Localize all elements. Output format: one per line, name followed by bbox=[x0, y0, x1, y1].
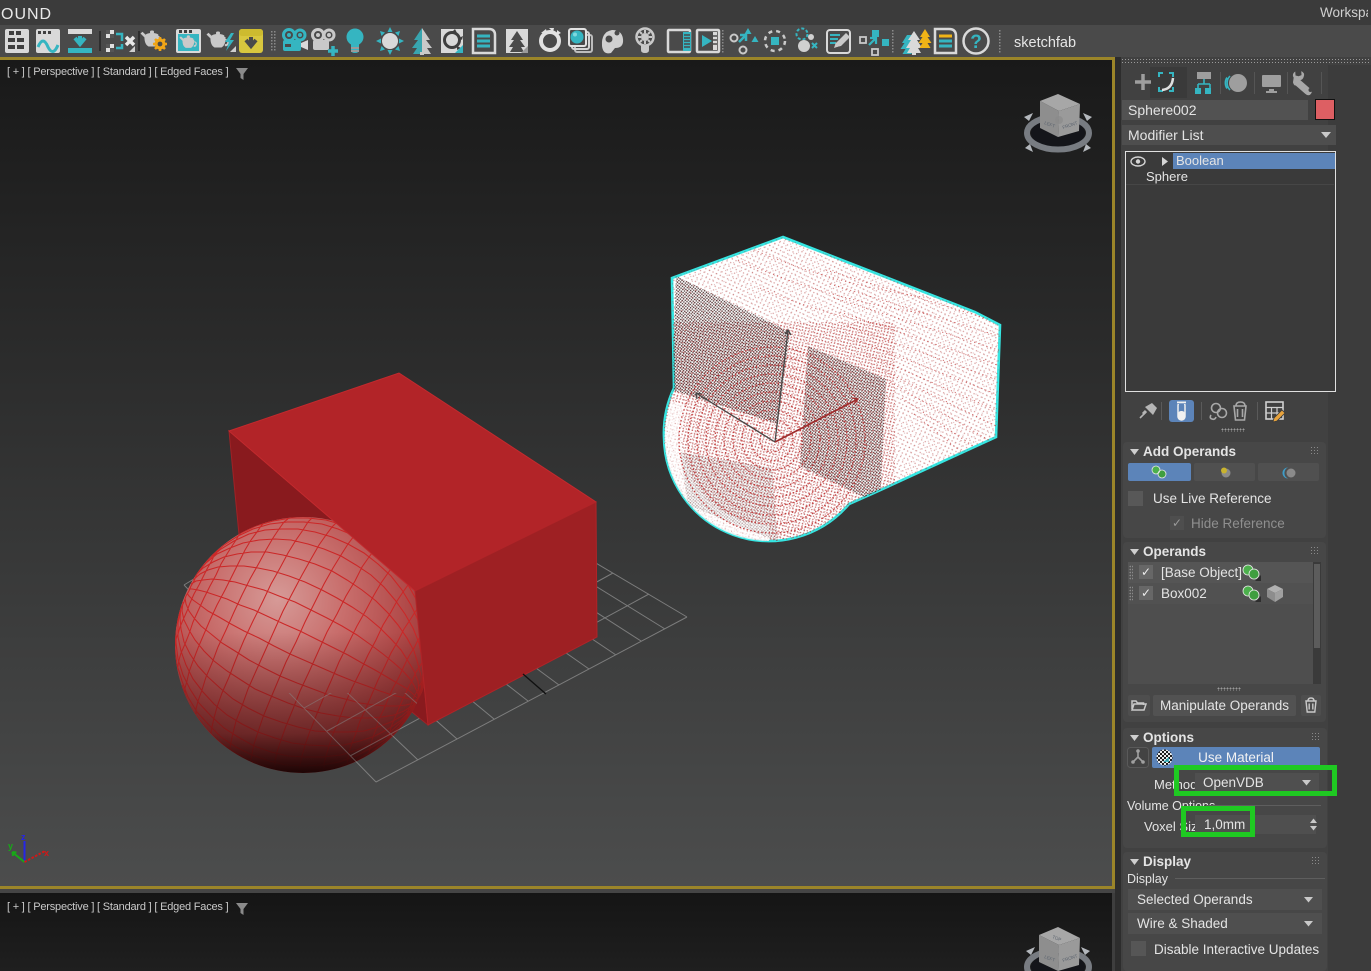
svg-text:?: ? bbox=[970, 32, 982, 53]
svg-text:x: x bbox=[44, 848, 49, 858]
svg-text:sketchfab: sketchfab bbox=[1014, 35, 1076, 51]
svg-text:z: z bbox=[21, 832, 26, 842]
svg-text:y: y bbox=[8, 841, 13, 851]
